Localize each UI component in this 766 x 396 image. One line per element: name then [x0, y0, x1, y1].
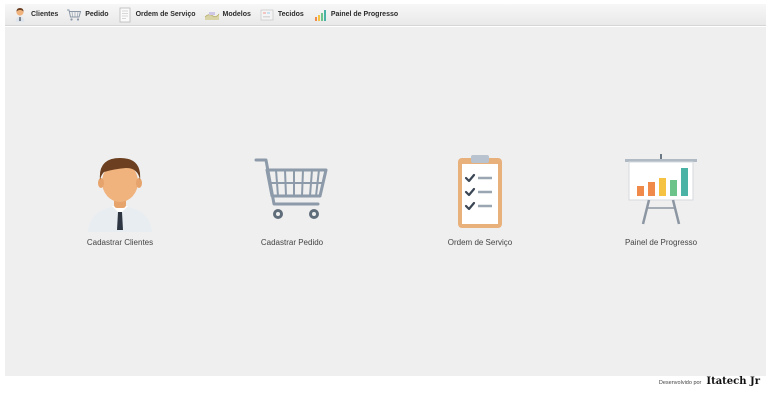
toolbar-label: Modelos: [222, 11, 251, 18]
toolbar-modelos[interactable]: Modelos: [201, 5, 256, 25]
tile-cadastrar-pedido[interactable]: Cadastrar Pedido: [227, 152, 357, 277]
tile-ordem-de-servico[interactable]: Ordem de Serviço: [415, 152, 545, 277]
toolbar-label: Clientes: [31, 11, 59, 18]
toolbar-painel-de-progresso[interactable]: Painel de Progresso: [309, 5, 403, 25]
toolbar-ordem-de-servico[interactable]: Ordem de Serviço: [114, 5, 201, 25]
person-icon: [15, 7, 25, 22]
toolbar-label: Pedido: [85, 11, 109, 18]
main-workspace: Cadastrar Clientes Cadastrar Pedido Orde…: [5, 27, 766, 376]
shopping-cart-icon: [254, 158, 328, 219]
toolbar-pedido[interactable]: Pedido: [63, 5, 113, 25]
footer-credit: Desenvolvido por Itatech Jr: [659, 376, 760, 392]
brand-name: Itatech Jr: [706, 376, 760, 387]
checklist-clipboard-icon: [458, 155, 502, 228]
tile-label: Cadastrar Pedido: [260, 238, 324, 247]
tile-painel-de-progresso[interactable]: Painel de Progresso: [596, 152, 726, 277]
fabric-roll-icon: [260, 9, 274, 20]
toolbar-tecidos[interactable]: Tecidos: [256, 5, 309, 25]
fabric-icon: [204, 11, 219, 20]
main-toolbar: Clientes Pedido Ordem de Serviço Modelos: [5, 4, 766, 26]
tile-cadastrar-clientes[interactable]: Cadastrar Clientes: [55, 152, 185, 277]
toolbar-label: Tecidos: [277, 11, 304, 18]
cart-icon: [67, 9, 82, 21]
toolbar-label: Painel de Progresso: [330, 11, 399, 18]
progress-chart-icon: [314, 9, 326, 21]
tile-label: Ordem de Serviço: [447, 238, 513, 247]
client-avatar-icon: [88, 158, 152, 232]
tile-label: Cadastrar Clientes: [86, 238, 154, 247]
presentation-chart-icon: [625, 154, 697, 225]
document-icon: [119, 7, 130, 22]
toolbar-label: Ordem de Serviço: [135, 11, 196, 18]
toolbar-clientes[interactable]: Clientes: [9, 5, 63, 25]
developed-by-text: Desenvolvido por: [658, 380, 702, 386]
tile-label: Painel de Progresso: [624, 238, 698, 247]
